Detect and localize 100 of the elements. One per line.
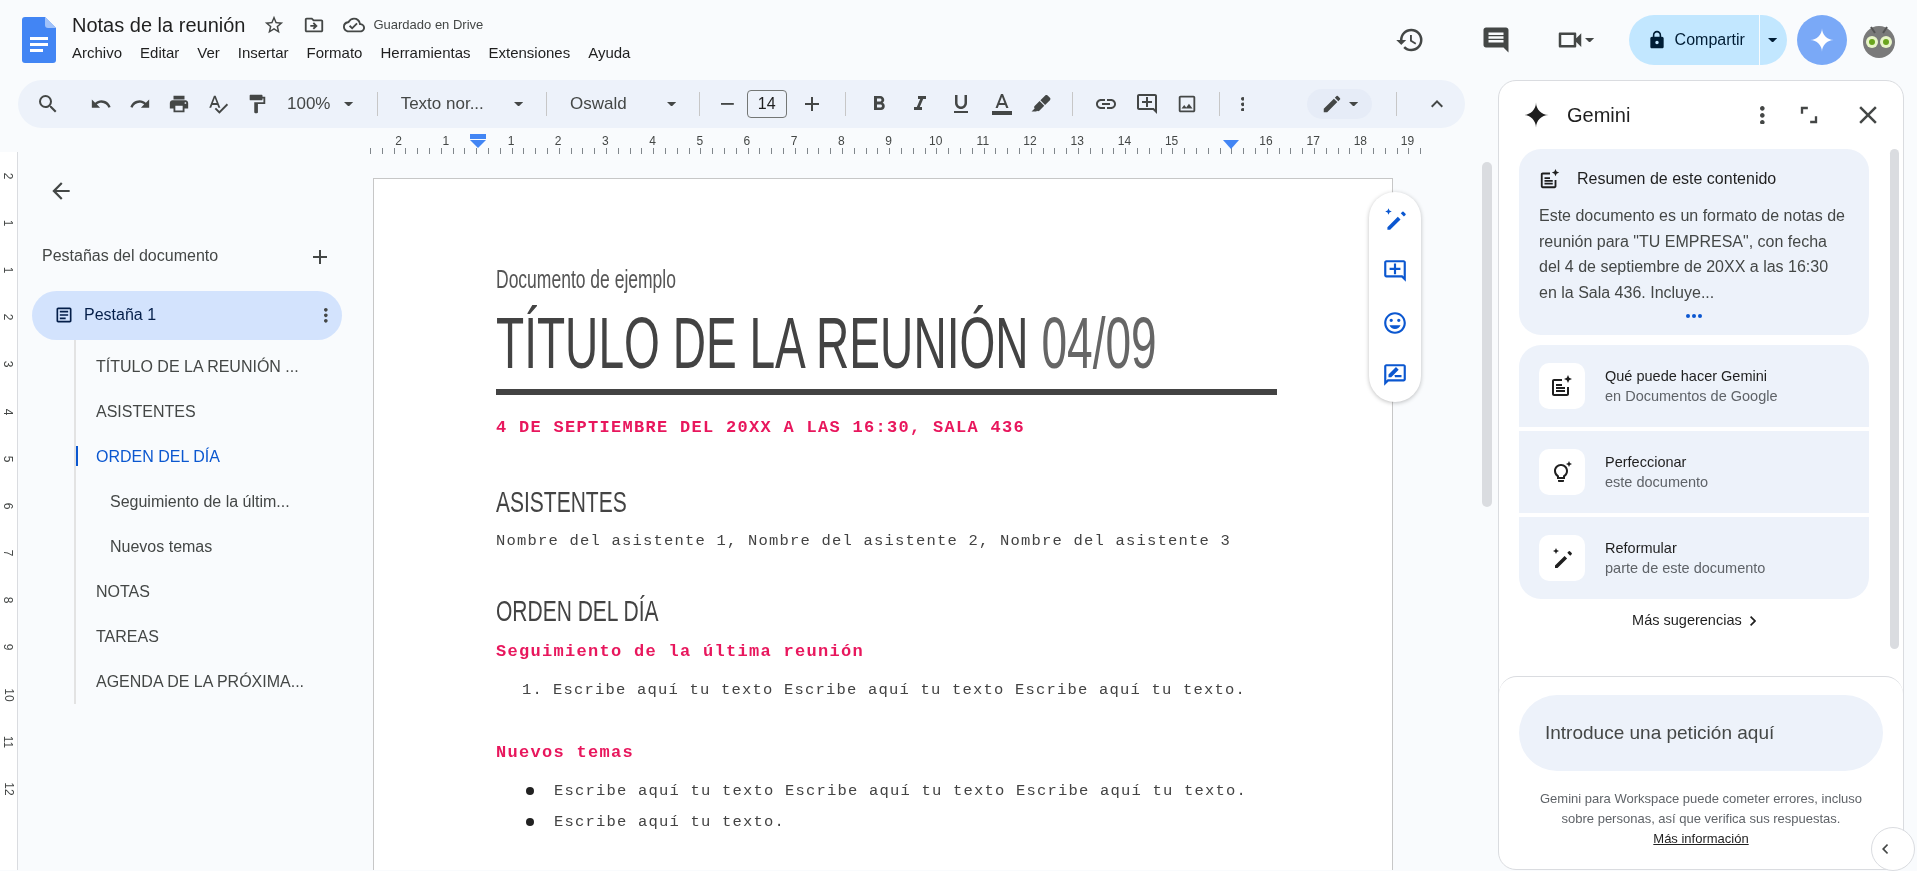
document-sparkle-icon (1550, 374, 1574, 398)
ruler-number: 17 (1305, 134, 1321, 148)
list-item: Escribe aquí tu texto Escribe aquí tu texto Escribe aquí tu texto. (554, 780, 1248, 802)
panel-title: Gemini (1567, 103, 1631, 128)
suggestion-button[interactable]: Qué puede hacer Gemini en Documentos de Google (1519, 345, 1869, 427)
menu-item[interactable]: Editar (131, 43, 189, 63)
section-heading: ASISTENTES (496, 484, 627, 520)
font-size-field[interactable]: 14 (746, 90, 787, 118)
spellcheck-icon (207, 93, 229, 115)
list-number: 1. (522, 679, 543, 701)
ruler-number: 16 (1258, 134, 1274, 148)
caret-icon (344, 101, 354, 107)
menu-item[interactable]: Ver (188, 43, 229, 63)
ruler-number: 1 (441, 134, 451, 148)
menu-item[interactable]: Extensiones (479, 43, 580, 63)
smiley-icon (1382, 310, 1408, 336)
section-heading: ORDEN DEL DÍA (496, 593, 659, 630)
ruler-number: 6 (742, 134, 752, 148)
ruler-number: 14 (1116, 134, 1133, 148)
more-icon (1240, 96, 1245, 112)
bullet-icon (526, 786, 534, 795)
ruler-number: 8 (0, 596, 17, 604)
ruler-number: 4 (648, 134, 657, 148)
style-dropdown[interactable]: Texto nor... (394, 87, 529, 121)
menu-item[interactable]: Formato (297, 43, 372, 63)
ruler-number: 18 (1352, 134, 1368, 148)
ruler-number: 2 (0, 313, 17, 321)
more-icon (324, 307, 328, 323)
subheading: Seguimiento de la última reunión (496, 641, 866, 664)
subheading: Nuevos temas (496, 742, 636, 764)
outline-item[interactable]: ASISTENTES (74, 388, 196, 434)
sidebar-heading: Pestañas del documento (42, 246, 219, 267)
highlighter-icon (1030, 94, 1051, 114)
printer-icon (168, 93, 190, 115)
menu-item[interactable]: Herramientas (371, 43, 480, 63)
minus-icon (720, 103, 734, 105)
outline-item[interactable]: TÍTULO DE LA REUNIÓN ... (74, 343, 299, 389)
bullet-icon (526, 817, 534, 826)
ruler-number: 8 (836, 134, 846, 148)
save-status: Guardado en Drive (373, 16, 484, 35)
ruler-number: 1 (0, 219, 17, 227)
prompt-field[interactable]: Introduce una petición aquí (1519, 695, 1883, 771)
suggestion-button[interactable]: Reformular parte de este documento (1519, 517, 1869, 599)
more-suggestions-button[interactable]: Más sugerencias (1626, 609, 1762, 633)
more-info-link[interactable]: Más información (1653, 831, 1749, 846)
ruler-number: 2 (0, 172, 17, 179)
chevron-left-icon (1882, 844, 1889, 854)
docs-logo[interactable] (22, 17, 56, 63)
add-comment-icon (1382, 258, 1408, 284)
menu-item[interactable]: Archivo (63, 43, 132, 63)
chevron-right-icon (1749, 615, 1756, 626)
ruler-number: 15 (1163, 134, 1180, 148)
caret-icon (1585, 37, 1595, 43)
menu-item[interactable]: Ayuda (579, 43, 640, 63)
comment-icon (1481, 25, 1512, 55)
ruler-number: 11 (975, 134, 991, 148)
document-title[interactable]: Notas de la reunión (72, 13, 246, 37)
scrollbar[interactable] (1890, 149, 1899, 649)
ruler-number: 1 (0, 266, 17, 274)
summary-icon (1539, 168, 1561, 190)
editing-mode-button[interactable] (1306, 89, 1372, 119)
ruler-number: 10 (927, 134, 944, 148)
menu-item[interactable]: Insertar (228, 43, 298, 63)
document-tab[interactable]: Pestaña 1 (32, 290, 342, 340)
list-item: Escribe aquí tu texto Escribe aquí tu texto Escribe aquí tu texto. (553, 679, 1247, 701)
ruler-number: 3 (0, 361, 17, 368)
outline-item[interactable]: Seguimiento de la últim... (74, 478, 290, 524)
ruler-number: 9 (884, 134, 893, 148)
ruler-number: 12 (1022, 134, 1038, 148)
add-comment-icon (1134, 92, 1159, 116)
outline-item[interactable]: AGENDA DE LA PRÓXIMA... (74, 658, 305, 704)
card-title: Resumen de este contenido (1577, 169, 1777, 189)
ruler-number: 5 (695, 134, 705, 148)
sparkle-pen-icon (1382, 206, 1408, 232)
list-item: Escribe aquí tu texto. (554, 811, 786, 833)
more-icon (1760, 105, 1765, 125)
ruler-number: 13 (1069, 134, 1085, 148)
outline-item[interactable]: Nuevos temas (74, 523, 213, 569)
review-icon (1382, 362, 1408, 388)
scrollbar[interactable] (1482, 162, 1492, 507)
ruler-number: 1 (506, 134, 516, 148)
document-icon (54, 305, 74, 326)
heading-date: 04/09 (1041, 302, 1157, 383)
expand-summary-icon[interactable] (1685, 313, 1703, 319)
ruler-number: 10 (0, 688, 17, 702)
outline-item[interactable]: TAREAS (74, 613, 159, 659)
indent-marker[interactable] (469, 134, 488, 148)
ruler-number: 3 (601, 134, 610, 148)
ruler-number: 4 (0, 408, 17, 415)
star-icon[interactable] (263, 14, 286, 36)
caret-icon (1348, 101, 1358, 107)
ruler-number: 12 (0, 782, 17, 796)
paragraph: Nombre del asistente 1, Nombre del asistente 2, Nombre del asistente 3 (496, 531, 1233, 552)
zoom-dropdown[interactable]: 100% (281, 87, 360, 121)
ruler-number: 2 (553, 134, 563, 148)
ruler-number: 9 (0, 644, 17, 651)
font-dropdown[interactable]: Oswald (563, 87, 682, 121)
ruler-number: 2 (394, 134, 403, 148)
suggestion-button[interactable]: Perfeccionar este documento (1519, 431, 1869, 513)
outline-item[interactable]: NOTAS (74, 568, 150, 614)
